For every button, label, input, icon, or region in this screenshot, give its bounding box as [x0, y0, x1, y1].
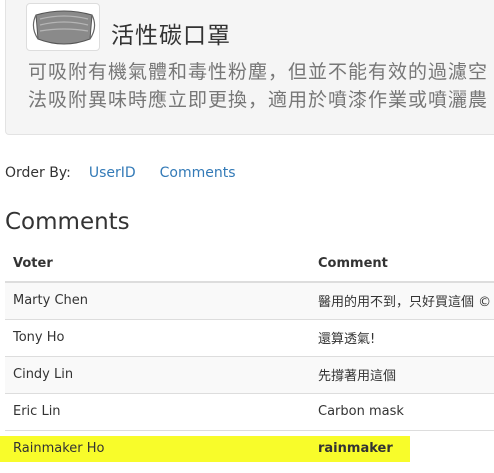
voter-cell: Eric Lin [5, 392, 310, 430]
table-row: Cindy Lin 先撐著用這個 [5, 355, 494, 393]
table-row: Tony Ho 還算透氣! [5, 318, 494, 356]
table-header-row: Voter Comment [5, 246, 494, 283]
comment-cell: rainmaker [310, 429, 494, 467]
comment-cell: 醫用的用不到，只好買這個 © [310, 281, 494, 319]
voter-cell: Marty Chen [5, 281, 310, 319]
column-header-comment: Comment [310, 246, 494, 283]
product-description-line: 可吸附有機氣體和毒性粉塵，但並不能有效的過濾空 [28, 61, 489, 83]
product-description: 可吸附有機氣體和毒性粉塵，但並不能有效的過濾空 法吸附異味時應立即更換，適用於噴… [28, 58, 494, 114]
order-by-comments-link[interactable]: Comments [160, 165, 236, 181]
order-by-userid-link[interactable]: UserID [89, 165, 136, 181]
comment-cell: Carbon mask [310, 392, 494, 430]
voter-cell: Rainmaker Ho [5, 429, 310, 467]
table-row: Rainmaker Ho rainmaker [5, 429, 494, 467]
mask-icon [32, 10, 96, 45]
page: 活性碳口罩 可吸附有機氣體和毒性粉塵，但並不能有效的過濾空 法吸附異味時應立即更… [0, 0, 494, 473]
voter-cell: Cindy Lin [5, 355, 310, 393]
table-row: Eric Lin Carbon mask [5, 392, 494, 430]
column-header-voter: Voter [5, 246, 310, 283]
product-image[interactable] [26, 3, 100, 51]
order-by-label: Order By: [5, 165, 71, 181]
comment-cell: 還算透氣! [310, 318, 494, 356]
order-by-bar: Order By: UserID Comments [5, 165, 236, 181]
voter-cell: Tony Ho [5, 318, 310, 356]
comments-table: Voter Comment Marty Chen 醫用的用不到，只好買這個 © … [5, 246, 494, 467]
comment-cell: 先撐著用這個 [310, 355, 494, 393]
comments-heading: Comments [5, 209, 130, 235]
table-row: Marty Chen 醫用的用不到，只好買這個 © [5, 281, 494, 319]
product-title: 活性碳口罩 [111, 23, 231, 49]
product-description-line: 法吸附異味時應立即更換，適用於噴漆作業或噴灑農 [28, 89, 489, 111]
product-card: 活性碳口罩 可吸附有機氣體和毒性粉塵，但並不能有效的過濾空 法吸附異味時應立即更… [5, 0, 494, 135]
